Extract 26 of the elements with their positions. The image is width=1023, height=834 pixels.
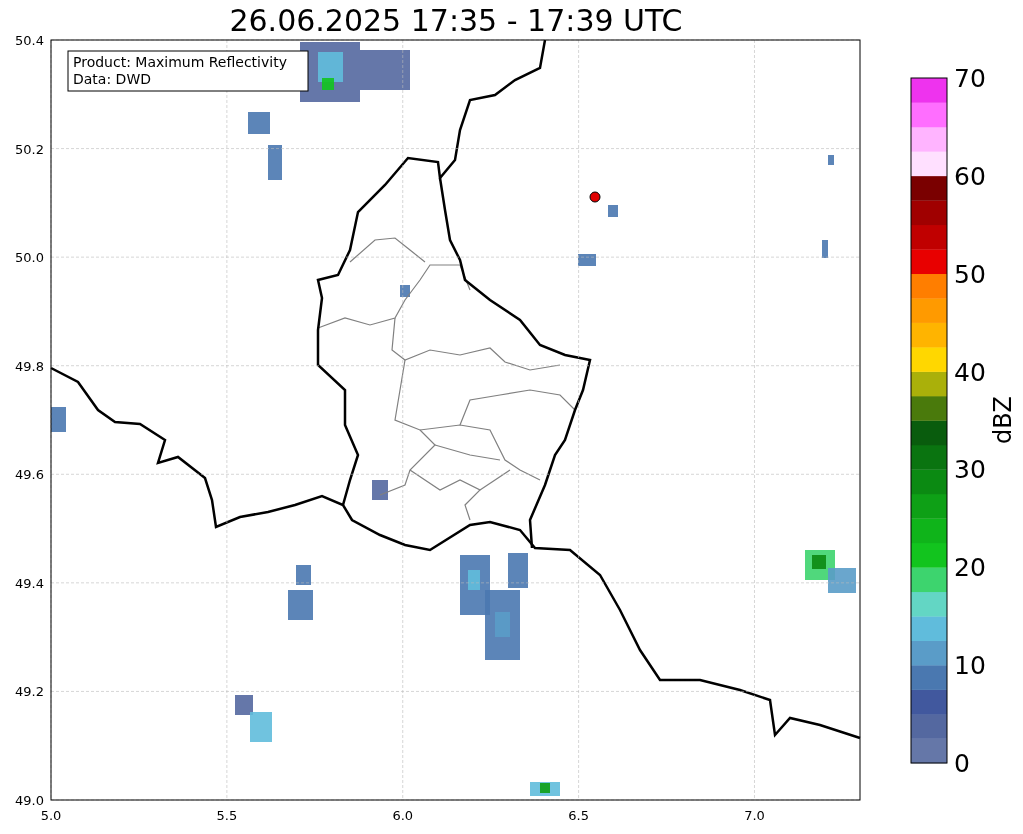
y-tick-label: 50.2 <box>15 141 44 157</box>
colorbar-tick-label: 0 <box>954 749 970 778</box>
y-tick-label: 49.6 <box>15 467 44 483</box>
x-tick-label: 5.0 <box>40 808 62 823</box>
y-tick-label: 49.2 <box>15 684 44 700</box>
colorbar-tick-label: 70 <box>954 64 986 93</box>
x-tick-label: 7.0 <box>744 808 765 823</box>
x-tick-label: 6.0 <box>392 808 414 823</box>
y-tick-label: 50.0 <box>15 250 44 266</box>
y-tick-label: 50.4 <box>15 33 44 48</box>
colorbar-tick-label: 20 <box>954 553 986 583</box>
y-tick-label: 49.0 <box>15 793 44 808</box>
location-marker <box>589 191 601 203</box>
colorbar-tick-label: 60 <box>954 161 986 191</box>
y-tick-label: 49.4 <box>15 575 44 591</box>
x-tick-label: 5.5 <box>216 808 238 823</box>
colorbar-label: dBZ <box>989 395 1017 445</box>
colorbar-tick-label: 40 <box>954 357 986 387</box>
colorbar-tick-label: 30 <box>954 455 986 485</box>
y-tick-label: 49.8 <box>15 358 44 374</box>
x-tick-label: 6.5 <box>568 808 589 823</box>
colorbar-tick-label: 10 <box>954 651 986 681</box>
colorbar-tick-label: 50 <box>954 259 986 289</box>
legend-text: Product: Maximum Reflectivity <box>73 54 287 70</box>
chart-title: 26.06.2025 17:35 - 17:39 UTC <box>229 3 683 38</box>
legend-text: Data: DWD <box>73 71 151 87</box>
